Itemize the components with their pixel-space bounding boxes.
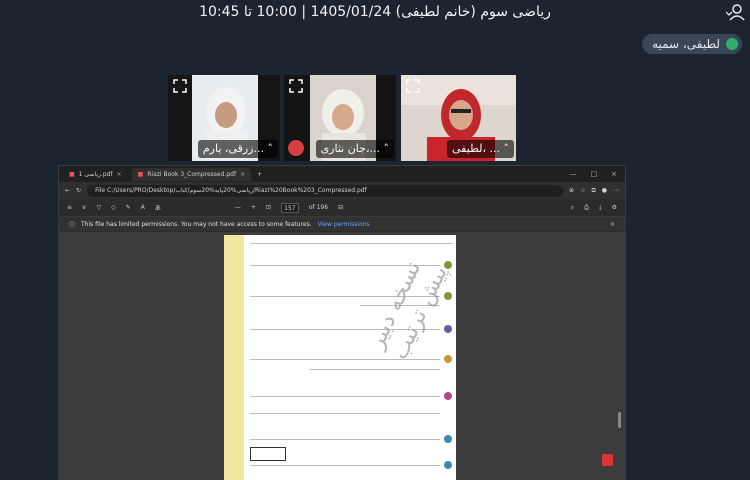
star-icon[interactable]: ☆ <box>580 187 585 194</box>
draw-icon[interactable]: ✎ <box>126 204 131 211</box>
close-icon[interactable]: × <box>240 171 245 178</box>
view-permissions-link[interactable]: View permissions <box>318 221 370 228</box>
participant-tile-2[interactable]: جان نثاری،... ˄ <box>284 75 396 161</box>
adobe-pdf-icon[interactable] <box>602 454 613 466</box>
question-line <box>310 369 440 370</box>
close-window-icon[interactable]: × <box>611 170 617 178</box>
user-icon[interactable] <box>726 3 748 21</box>
page-view-icon[interactable]: ⊟ <box>338 204 343 211</box>
highlight-icon[interactable]: ∨ <box>82 204 86 211</box>
refresh-icon[interactable]: ↻ <box>76 187 81 194</box>
status-dot <box>726 38 738 50</box>
presenter-name: لطیفی، سمیه <box>652 37 720 51</box>
question-number-icon <box>444 435 452 443</box>
close-icon[interactable]: × <box>117 171 122 178</box>
profile-icon[interactable]: ● <box>602 187 607 194</box>
new-tab-icon[interactable]: + <box>257 171 262 178</box>
ask-icon[interactable]: あ <box>155 203 161 212</box>
print-icon[interactable]: ⎙ <box>584 204 589 212</box>
participant-tile-3[interactable]: لطیفی، ... ˄ <box>401 75 516 161</box>
rectangle-figure <box>250 447 286 461</box>
address-bar: ← ↻ File C:/Users/PRO/Desktop/ریاضی%20پا… <box>59 182 625 199</box>
participant-name: جان نثاری،... <box>320 142 380 155</box>
scrollbar-thumb[interactable] <box>618 412 621 428</box>
browser-tabbar: ■ ریاضی 1.pdf × ■ Riazi Book 3_Compresse… <box>59 166 625 182</box>
back-icon[interactable]: ← <box>65 187 70 194</box>
question-line <box>250 465 440 466</box>
filter-icon[interactable]: ▽ <box>96 204 101 211</box>
search-icon[interactable]: ⌕ <box>571 204 574 212</box>
url-field[interactable]: File C:/Users/PRO/Desktop/ریاضی%20پایه%2… <box>87 184 564 197</box>
question-number-icon <box>444 392 452 400</box>
contents-icon[interactable]: ≡ <box>67 204 72 211</box>
close-notice-icon[interactable]: × <box>610 221 615 228</box>
expand-icon[interactable] <box>289 79 303 93</box>
zoom-in-icon[interactable]: + <box>251 204 256 211</box>
permissions-notice: ⓘ This file has limited permissions. You… <box>59 217 625 231</box>
pdf-toolbar: ≡ ∨ ▽ ◇ ✎ A あ — + ⊡ 157 of 196 ⊟ ⌕ ⎙ ⤓ ⚙ <box>59 199 625 217</box>
question-line <box>250 413 440 414</box>
extensions-icon[interactable]: ⧉ <box>591 187 595 195</box>
presenter-chip[interactable]: لطیفی، سمیه <box>642 34 742 54</box>
maximize-icon[interactable]: □ <box>591 170 598 178</box>
fit-page-icon[interactable]: ⊡ <box>266 204 271 211</box>
settings-icon[interactable]: ⚙ <box>612 204 617 211</box>
question-number-icon <box>444 325 452 333</box>
tab-label: ریاضی 1.pdf <box>78 170 113 178</box>
shared-pdf-window: ■ ریاضی 1.pdf × ■ Riazi Book 3_Compresse… <box>58 165 626 480</box>
pdf-canvas[interactable]: نسخه دبیر پیش ترتیب <box>59 232 625 480</box>
participant-name: زرقی، یارم... <box>202 142 264 155</box>
question-line <box>250 396 440 397</box>
pdf-icon: ■ <box>69 170 75 178</box>
decorative-border <box>224 235 244 480</box>
participant-label[interactable]: زرقی، یارم... ˄ <box>197 140 278 158</box>
info-icon: ⓘ <box>69 221 76 229</box>
zoom-icon[interactable]: ⊕ <box>569 187 574 194</box>
expand-icon[interactable] <box>173 79 187 93</box>
page-total: of 196 <box>308 204 329 211</box>
question-number-icon <box>444 261 452 269</box>
page-number-input[interactable]: 157 <box>280 202 299 213</box>
expand-icon[interactable] <box>406 79 420 93</box>
question-line <box>250 243 452 244</box>
question-number-icon <box>444 292 452 300</box>
notice-text: This file has limited permissions. You m… <box>81 220 312 228</box>
question-line <box>250 439 440 440</box>
participant-label[interactable]: لطیفی، ... ˄ <box>447 140 514 158</box>
meeting-title: ریاضی سوم (خانم لطیفی) 1405/01/24 | 10:0… <box>199 4 551 20</box>
question-number-icon <box>444 461 452 469</box>
read-aloud-icon[interactable]: A <box>141 204 145 211</box>
eraser-icon[interactable]: ◇ <box>111 204 116 211</box>
participant-name: لطیفی، ... <box>452 142 500 155</box>
save-icon[interactable]: ⤓ <box>599 204 602 212</box>
minimize-icon[interactable]: — <box>570 170 577 178</box>
tab-pdf-1[interactable]: ■ ریاضی 1.pdf × <box>63 168 128 181</box>
pdf-icon: ■ <box>137 170 144 178</box>
tab-label: Riazi Book 3_Compressed.pdf <box>147 170 237 178</box>
zoom-out-icon[interactable]: — <box>235 204 241 211</box>
tab-pdf-2[interactable]: ■ Riazi Book 3_Compressed.pdf × <box>131 167 252 181</box>
participant-tile-1[interactable]: زرقی، یارم... ˄ <box>168 75 280 161</box>
question-number-icon <box>444 355 452 363</box>
mic-off-icon <box>288 140 304 156</box>
participant-label[interactable]: جان نثاری،... ˄ <box>315 140 394 158</box>
menu-icon[interactable]: ⋯ <box>613 187 619 194</box>
